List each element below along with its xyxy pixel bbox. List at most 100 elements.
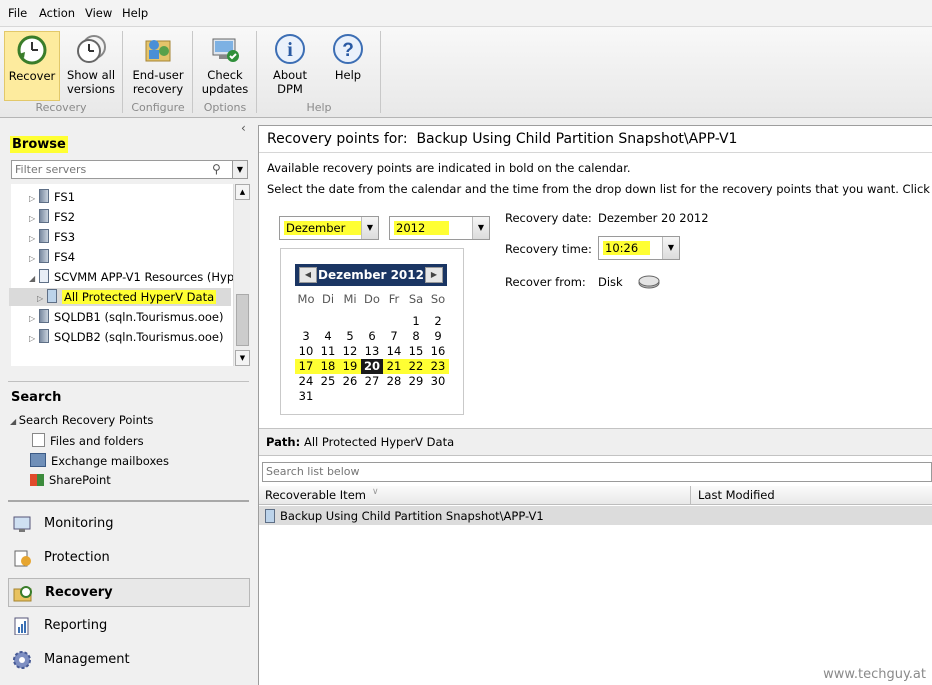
calendar-day[interactable]: 15 (405, 344, 427, 359)
tree-item[interactable]: ▷ FS3 (29, 228, 75, 246)
calendar-day[interactable]: 6 (361, 329, 383, 344)
scroll-down-icon[interactable]: ▼ (235, 350, 250, 366)
search-list-field[interactable] (262, 462, 932, 482)
tree-item[interactable]: ▷ SQLDB1 (sqln.Tourismus.ooe) (29, 308, 223, 326)
server-icon (39, 309, 49, 323)
tree-item-selected[interactable]: ▷ All Protected HyperV Data (9, 288, 231, 306)
recover-from-value: Disk (598, 275, 623, 289)
chevron-down-icon[interactable]: ▼ (361, 217, 378, 239)
calendar-day[interactable]: 16 (427, 344, 449, 359)
calendar-day[interactable]: 30 (427, 374, 449, 389)
collapse-pane-icon[interactable]: ‹ (241, 121, 246, 135)
calendar-day[interactable]: 23 (427, 359, 449, 374)
ribbon: Recover Show all versions End-user recov… (0, 27, 932, 118)
recovery-calendar: ◀ Dezember 2012 ▶ Mo Di Mi Do Fr Sa So 1 2 3 4 5 6 7 8… (280, 248, 464, 415)
menu-action[interactable]: Action (39, 6, 75, 20)
calendar-day[interactable]: 4 (317, 329, 339, 344)
end-user-recovery-button[interactable]: End-user recovery (128, 31, 188, 99)
info-icon: i (274, 33, 306, 65)
group-configure: Configure (131, 101, 185, 114)
about-dpm-button[interactable]: i About DPM (263, 31, 317, 99)
nav-recovery[interactable]: Recovery (8, 578, 250, 607)
prev-month-icon[interactable]: ◀ (299, 267, 317, 283)
calendar-day[interactable]: 28 (383, 374, 405, 389)
calendar-day[interactable]: 3 (295, 329, 317, 344)
help-icon: ? (332, 33, 364, 65)
menu-help[interactable]: Help (122, 6, 148, 20)
calendar-day[interactable]: 27 (361, 374, 383, 389)
tree-item[interactable]: ▷ FS4 (29, 248, 75, 266)
calendar-day[interactable]: 8 (405, 329, 427, 344)
path-bar: Path: All Protected HyperV Data (259, 428, 932, 456)
recovery-date-value: Dezember 20 2012 (598, 211, 709, 225)
calendar-day[interactable]: 1 (405, 314, 427, 329)
recover-button[interactable]: Recover (4, 31, 60, 101)
search-sharepoint[interactable]: SharePoint (30, 473, 111, 487)
calendar-day[interactable]: 22 (405, 359, 427, 374)
chevron-down-icon[interactable]: ▼ (662, 237, 679, 259)
tree-item[interactable]: ▷ FS1 (29, 188, 75, 206)
recovery-date-label: Recovery date: (505, 211, 592, 225)
info-line-2: Select the date from the calendar and th… (267, 182, 932, 196)
tree-scrollbar[interactable]: ▲ ▼ (233, 184, 250, 366)
calendar-day[interactable]: 24 (295, 374, 317, 389)
calendar-weekday: Sa (408, 292, 424, 306)
calendar-day[interactable]: 19 (339, 359, 361, 374)
recovery-time-select[interactable]: 10:26 ▼ (598, 236, 680, 260)
server-icon (39, 209, 49, 223)
nav-protection[interactable]: Protection (8, 544, 248, 572)
calendar-day[interactable]: 17 (295, 359, 317, 374)
year-select[interactable]: 2012 ▼ (389, 216, 490, 240)
nav-monitoring[interactable]: Monitoring (8, 510, 248, 538)
scroll-thumb[interactable] (236, 294, 249, 346)
calendar-day[interactable]: 11 (317, 344, 339, 359)
menu-view[interactable]: View (85, 6, 112, 20)
table-row[interactable]: Backup Using Child Partition Snapshot\AP… (259, 506, 932, 525)
calendar-day[interactable]: 13 (361, 344, 383, 359)
show-all-versions-button[interactable]: Show all versions (64, 31, 118, 99)
col-last-modified[interactable]: Last Modified (698, 488, 775, 502)
calendar-day[interactable]: 9 (427, 329, 449, 344)
search-icon[interactable]: ⚲ (212, 162, 221, 176)
check-updates-button[interactable]: Check updates (198, 31, 252, 99)
calendar-day[interactable]: 25 (317, 374, 339, 389)
calendar-day[interactable]: 10 (295, 344, 317, 359)
calendar-day[interactable]: 12 (339, 344, 361, 359)
nav-management[interactable]: Management (8, 646, 248, 674)
tree-item[interactable]: ▷ SQLDB2 (sqln.Tourismus.ooe) (29, 328, 223, 346)
group-help: Help (306, 101, 332, 114)
calendar-weekday: Do (364, 292, 380, 306)
chevron-down-icon[interactable]: ▼ (472, 217, 489, 239)
calendar-day[interactable]: 2 (427, 314, 449, 329)
filter-servers-field[interactable]: ⚲ (11, 160, 233, 179)
filter-servers-input[interactable] (12, 161, 208, 178)
calendar-day[interactable]: 31 (295, 389, 317, 404)
menu-file[interactable]: File (8, 6, 27, 20)
nav-reporting[interactable]: Reporting (8, 612, 248, 640)
data-source-icon (47, 289, 57, 303)
help-button[interactable]: ? Help (321, 31, 375, 99)
calendar-day-selected[interactable]: 20 (361, 359, 383, 374)
tree-item[interactable]: ▷ FS2 (29, 208, 75, 226)
sort-chevron-icon: ∨ (372, 487, 379, 497)
calendar-day[interactable]: 18 (317, 359, 339, 374)
search-files-and-folders[interactable]: Files and folders (32, 433, 144, 448)
col-recoverable-item[interactable]: Recoverable Item (265, 488, 366, 502)
month-select[interactable]: Dezember ▼ (279, 216, 379, 240)
next-month-icon[interactable]: ▶ (425, 267, 443, 283)
calendar-day[interactable]: 26 (339, 374, 361, 389)
calendar-day[interactable]: 29 (405, 374, 427, 389)
search-exchange-mailboxes[interactable]: Exchange mailboxes (30, 453, 169, 468)
management-gear-icon (13, 651, 31, 669)
calendar-day[interactable]: 5 (339, 329, 361, 344)
server-group-icon (39, 269, 49, 283)
calendar-day[interactable]: 7 (383, 329, 405, 344)
scroll-up-icon[interactable]: ▲ (235, 184, 250, 200)
tree-item[interactable]: ◢ SCVMM APP-V1 Resources (Hyp (29, 268, 234, 286)
search-recovery-points[interactable]: ◢ Search Recovery Points (10, 413, 153, 427)
search-list-input[interactable] (263, 463, 909, 479)
calendar-day[interactable]: 21 (383, 359, 405, 374)
filter-dropdown-button[interactable]: ▼ (232, 160, 248, 179)
menu-bar: File Action View Help (0, 0, 932, 27)
calendar-day[interactable]: 14 (383, 344, 405, 359)
